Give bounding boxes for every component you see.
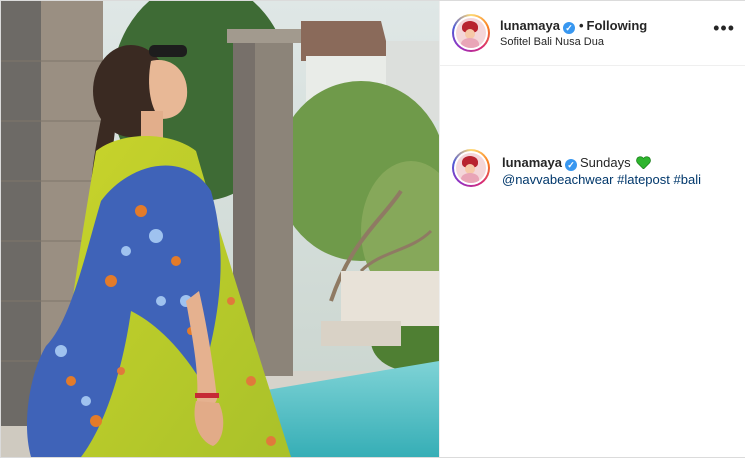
post-photo[interactable] [1, 1, 439, 457]
hashtag-bali-link[interactable]: #bali [674, 172, 701, 187]
more-options-icon[interactable]: ••• [713, 19, 735, 37]
header-user-line: lunamaya ✓ • Following [500, 18, 647, 34]
header-username[interactable]: lunamaya [500, 18, 560, 33]
post-header: lunamaya ✓ • Following Sofitel Bali Nusa Du… [440, 1, 745, 66]
caption-username[interactable]: lunamaya [502, 155, 562, 170]
caption-avatar[interactable] [452, 149, 490, 187]
verified-badge-icon: ✓ [564, 159, 577, 171]
post-side-panel: lunamaya ✓ • Following Sofitel Bali Nusa Du… [439, 1, 745, 457]
profile-avatar[interactable] [452, 14, 490, 52]
green-heart-icon [636, 156, 651, 169]
post-caption: lunamaya ✓ Sundays @navvabeachwear #latepo… [440, 66, 745, 187]
caption-first-line: lunamaya ✓ Sundays [502, 155, 651, 171]
verified-badge-icon: ✓ [562, 22, 575, 34]
caption-text: Sundays [579, 155, 631, 170]
instagram-post: lunamaya ✓ • Following Sofitel Bali Nusa Du… [0, 0, 745, 458]
mention-link[interactable]: @navvabeachwear [502, 172, 613, 187]
photo-illustration [1, 1, 439, 457]
caption-second-line: @navvabeachwear #latepost #bali [502, 172, 701, 187]
hashtag-latepost-link[interactable]: #latepost [617, 172, 670, 187]
following-button[interactable]: Following [587, 18, 648, 33]
separator-dot: • [578, 18, 584, 33]
post-location-link[interactable]: Sofitel Bali Nusa Dua [500, 36, 604, 48]
